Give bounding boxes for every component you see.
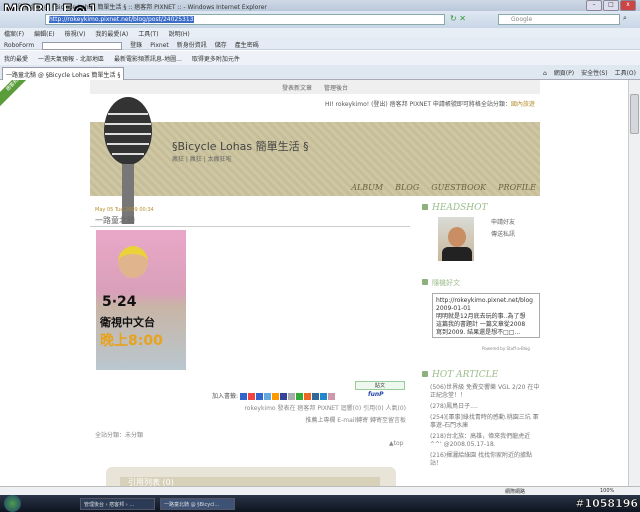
send-message-link[interactable]: 傳送私訊 bbox=[491, 229, 515, 241]
hot-article-link[interactable]: (506)世界級 免費交響樂 VGL 2/20 在中正紀念堂！！ bbox=[430, 384, 540, 400]
blog-top-nav: 發表新文章 管理後台 bbox=[90, 80, 540, 94]
bookmark-icon[interactable] bbox=[287, 393, 295, 400]
add-friend-link[interactable]: 申請好友 bbox=[491, 217, 515, 229]
post-date: May 05 Tue 2009 00:34 bbox=[95, 207, 154, 213]
menu-favorites[interactable]: 我的最愛(A) bbox=[95, 31, 128, 38]
bookmark-icon[interactable] bbox=[279, 393, 287, 400]
nav-profile[interactable]: PROFILE bbox=[498, 183, 536, 192]
id-watermark: #1058196 bbox=[575, 497, 638, 511]
menu-tools[interactable]: 工具(T) bbox=[138, 31, 158, 38]
web-content: 痞客邦認證 發表新文章 管理後台 HI! rokeykimo! (登出) 痞客邦 … bbox=[0, 80, 628, 486]
roboform-button[interactable]: RoboForm bbox=[4, 42, 34, 49]
bookmark-icon[interactable] bbox=[319, 393, 327, 400]
hot-article-link[interactable]: (254)[軍事]綠找青時的感動.桃園三坑 軍事遊-石門水庫 bbox=[430, 414, 540, 430]
vertical-scrollbar[interactable] bbox=[628, 80, 640, 486]
post-image: 5·24 衛視中文台 晚上8:00 bbox=[96, 230, 186, 370]
bookmark-icon[interactable] bbox=[327, 393, 335, 400]
menu-help[interactable]: 說明(H) bbox=[169, 31, 190, 38]
safety-menu[interactable]: 安全性(S) bbox=[581, 70, 608, 77]
powered-by[interactable]: Powered by Stuff-a-Blog bbox=[482, 346, 530, 351]
blog-title[interactable]: §Bicycle Lohas 簡單生活 § bbox=[172, 138, 309, 154]
hot-article-link[interactable]: (216)揮灑給綠園 找找你家附近的據點站！ bbox=[430, 452, 540, 468]
maximize-button[interactable]: □ bbox=[603, 0, 619, 11]
post-category: 全站分類：未分類 bbox=[95, 432, 144, 439]
avatar[interactable] bbox=[438, 217, 474, 261]
nav-guestbook[interactable]: GUESTBOOK bbox=[431, 183, 486, 192]
refresh-icon[interactable]: ↻ ✕ bbox=[450, 14, 466, 23]
menu-bar: 檔案(F) 編輯(E) 檢視(V) 我的最愛(A) 工具(T) 說明(H) bbox=[0, 28, 640, 38]
close-button[interactable]: x bbox=[620, 0, 636, 11]
roboform-toolbar: RoboForm 登錄 Pixnet 新身份資訊 儲存 產生密碼 bbox=[0, 38, 640, 50]
menu-file[interactable]: 檔案(F) bbox=[4, 31, 24, 38]
identity-button[interactable]: 新身份資訊 bbox=[177, 42, 207, 49]
generate-password-button[interactable]: 產生密碼 bbox=[235, 42, 259, 49]
taskbar: 管理後台 › 痞客邦 › ... 一路童北騎 @ §Bicycl... bbox=[0, 495, 640, 512]
headshot-links: 申請好友 傳送私訊 bbox=[491, 217, 515, 241]
post-byline: rokeykimo 發表在 痞客邦 PIXNET 迴響(0) 引用(0) 人氣(… bbox=[244, 405, 406, 412]
login-button[interactable]: 登錄 bbox=[130, 42, 142, 49]
address-bar-row: http://rokeykimo.pixnet.net/blog/post/24… bbox=[0, 11, 640, 28]
bookmark-icon[interactable] bbox=[239, 393, 247, 400]
favorite-link[interactable]: 一週天氣預報 - 北部地區 bbox=[38, 56, 104, 63]
favorite-link[interactable]: 最新電影頻票訊息-地圖... bbox=[114, 56, 182, 63]
hot-article-link[interactable]: (278)鳳鳥日子.... bbox=[430, 403, 540, 411]
start-button[interactable] bbox=[4, 495, 21, 512]
nav-blog[interactable]: BLOG bbox=[395, 183, 419, 192]
favorites-bar: 我的最愛 一週天氣預報 - 北部地區 最新電影頻票訊息-地圖... 取得更多附加元件 bbox=[0, 51, 640, 65]
headshot-heading: HEADSHOT bbox=[422, 203, 488, 213]
zoom-level[interactable]: 100% bbox=[600, 488, 614, 494]
hot-article-link[interactable]: (218)台北族：高雄，偉來我們龍虎近 ^^' @2008.05.17-18. bbox=[430, 433, 540, 449]
page-menu[interactable]: 網頁(P) bbox=[554, 70, 574, 77]
command-bar: ⌂ 網頁(P) 安全性(S) 工具(O) bbox=[536, 68, 636, 77]
zone-indicator: 網際網路 bbox=[505, 489, 526, 495]
category-link[interactable]: 國內旅遊 bbox=[511, 101, 535, 108]
menu-edit[interactable]: 編輯(E) bbox=[34, 31, 54, 38]
address-input[interactable]: http://rokeykimo.pixnet.net/blog/post/24… bbox=[45, 14, 445, 25]
status-bar: 網際網路 100% bbox=[0, 486, 640, 495]
random-article-box[interactable]: http://rokeykimo.pixnet.net/blog 2009-01-… bbox=[432, 293, 540, 338]
bookmark-icon[interactable] bbox=[311, 393, 319, 400]
nav-album[interactable]: ALBUM bbox=[351, 183, 383, 192]
post-title[interactable]: 一路童北騎 bbox=[95, 215, 135, 226]
bookmark-icon[interactable] bbox=[295, 393, 303, 400]
tools-menu[interactable]: 工具(O) bbox=[615, 70, 636, 77]
taskbar-item[interactable]: 管理後台 › 痞客邦 › ... bbox=[80, 498, 155, 510]
bookmark-icon[interactable] bbox=[255, 393, 263, 400]
funp-button[interactable]: funP bbox=[368, 391, 384, 398]
tie-button[interactable]: 貼文 bbox=[355, 381, 405, 390]
hot-article-heading: HOT ARTICLE bbox=[422, 370, 498, 380]
favorites-button[interactable]: 我的最愛 bbox=[4, 56, 28, 63]
blog-nav: ALBUM BLOG GUESTBOOK PROFILE bbox=[339, 183, 536, 192]
search-icon[interactable]: ⌕ bbox=[623, 14, 627, 23]
bookmark-share: 加入書籤: bbox=[212, 391, 336, 400]
greeting: HI! rokeykimo! (登出) 痞客邦 PIXNET 申請帳號即可將格全… bbox=[325, 101, 535, 108]
minimize-button[interactable]: – bbox=[586, 0, 602, 11]
tab-active[interactable]: 一路童北騎 @ §Bicycle Lohas 簡單生活 § :: 痞客邦 ... bbox=[2, 67, 124, 80]
post-tools[interactable]: 推薦上專欄 E-mail轉寄 轉寄至留言板 bbox=[305, 415, 406, 424]
taskbar-item-active[interactable]: 一路童北騎 @ §Bicycl... bbox=[160, 498, 235, 510]
blog-subtitle: 瘋狂 | 瘋狂 | 太瘋狂啦 bbox=[172, 156, 232, 163]
trackback-header: 引用列表 (0) bbox=[120, 477, 380, 486]
random-heading: 隨機好文 bbox=[422, 278, 460, 288]
hot-article-list: (506)世界級 免費交響樂 VGL 2/20 在中正紀念堂！！ (278)鳳鳥日… bbox=[430, 384, 540, 471]
menu-view[interactable]: 檢視(V) bbox=[65, 31, 86, 38]
home-icon[interactable]: ⌂ bbox=[543, 70, 547, 77]
save-button[interactable]: 儲存 bbox=[215, 42, 227, 49]
search-input[interactable]: Google bbox=[498, 14, 620, 25]
bookmark-icon[interactable] bbox=[247, 393, 255, 400]
top-link[interactable]: ▲top bbox=[389, 440, 403, 447]
admin-link[interactable]: 管理後台 bbox=[324, 85, 348, 92]
bookmark-icon[interactable] bbox=[271, 393, 279, 400]
toolbar-search-input[interactable] bbox=[42, 41, 123, 50]
certified-ribbon: 痞客邦認證 bbox=[0, 80, 42, 108]
pixnet-button[interactable]: Pixnet bbox=[150, 42, 169, 49]
new-post-link[interactable]: 發表新文章 bbox=[282, 85, 312, 92]
bookmark-icon[interactable] bbox=[263, 393, 271, 400]
favorite-link[interactable]: 取得更多附加元件 bbox=[192, 56, 240, 63]
bookmark-icon[interactable] bbox=[303, 393, 311, 400]
scrollbar-thumb[interactable] bbox=[630, 94, 639, 134]
tab-row: 一路童北騎 @ §Bicycle Lohas 簡單生活 § :: 痞客邦 ...… bbox=[0, 65, 640, 80]
divider bbox=[90, 226, 410, 227]
